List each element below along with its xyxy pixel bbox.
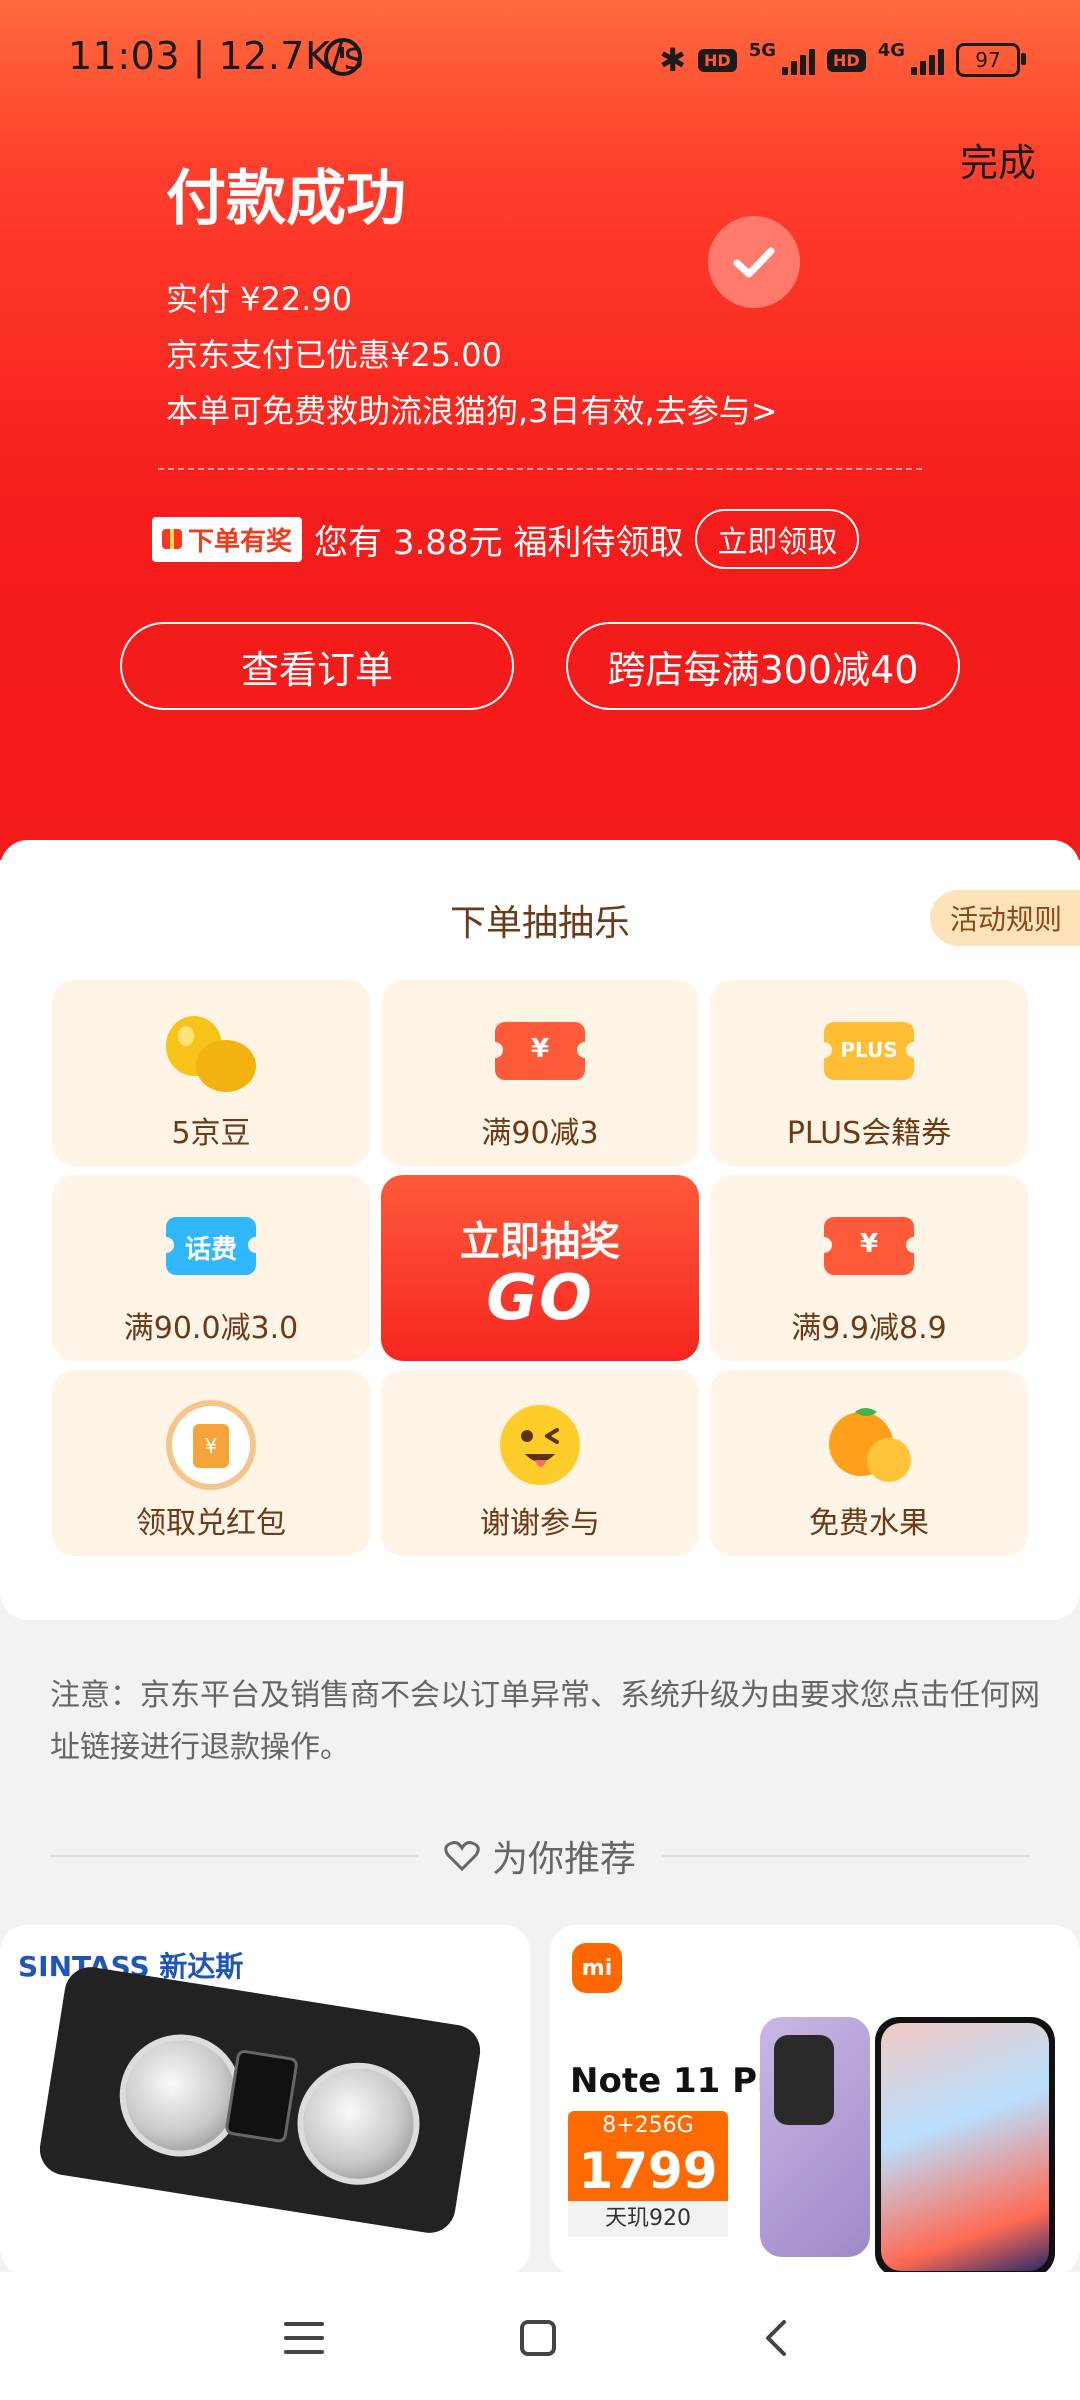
battery-icon: 97: [956, 43, 1026, 77]
menu-icon[interactable]: [282, 2318, 326, 2358]
alarm-icon: [324, 38, 362, 76]
signal-icon: [782, 45, 816, 75]
prize-label: 满90减3: [481, 1116, 599, 1151]
status-bar: 11:03 | 12.7K/s ✱ HD 5G HD 4G 97: [0, 0, 1080, 120]
prize-tile: 免费水果: [710, 1370, 1028, 1556]
done-button[interactable]: 完成: [960, 132, 1036, 187]
product-chip: 天玑920: [568, 2201, 728, 2237]
mi-logo: mi: [572, 1943, 622, 1993]
prize-tile: ¥ 满90减3: [381, 980, 699, 1166]
recommend-header: 为你推荐: [50, 1830, 1031, 1882]
status-time-speed: 11:03 | 12.7K/s: [68, 34, 365, 78]
prize-tile: PLUS PLUS会籍券: [710, 980, 1028, 1166]
plus-glyph: PLUS: [840, 1038, 898, 1062]
phone-bill-glyph: 话费: [184, 1235, 237, 1265]
bluetooth-icon: ✱: [659, 41, 687, 79]
redpacket-icon: ¥: [161, 1400, 261, 1494]
phone-back-image: [760, 2017, 870, 2257]
orange-icon: [819, 1400, 919, 1494]
heart-icon: [444, 1841, 480, 1872]
prize-label: 免费水果: [809, 1506, 929, 1541]
promo-button[interactable]: 跨店每满300减40: [566, 622, 960, 710]
hd-badge-2: HD: [827, 48, 866, 72]
recommend-title: 为你推荐: [492, 1839, 637, 1880]
paid-amount: 实付 ¥22.90: [166, 280, 353, 318]
network-4g-label: 4G: [877, 39, 905, 61]
view-order-button[interactable]: 查看订单: [120, 622, 514, 710]
rescue-link[interactable]: 本单可免费救助流浪猫狗,3日有效,去参与>: [166, 386, 778, 432]
svg-text:¥: ¥: [205, 1434, 218, 1458]
prize-tile: 谢谢参与: [381, 1370, 699, 1556]
network-5g-label: 5G: [748, 39, 777, 61]
discount-text: 京东支付已优惠¥25.00: [166, 336, 502, 374]
coupon-icon: ¥: [487, 1010, 593, 1080]
phone-front-image: [875, 2017, 1055, 2275]
bean-icon: [156, 1010, 266, 1104]
coupon-glyph: ¥: [530, 1034, 550, 1064]
reward-text: 您有 3.88元 福利待领取: [314, 522, 684, 563]
product-card[interactable]: SINTASS 新达斯: [0, 1925, 530, 2275]
phone-bill-icon: 话费: [158, 1205, 264, 1275]
lottery-title: 下单抽抽乐: [449, 903, 630, 944]
hd-badge: HD: [698, 48, 737, 72]
home-icon[interactable]: [518, 2318, 558, 2358]
success-check-icon: [708, 216, 800, 308]
system-navbar: [0, 2272, 1080, 2400]
claim-button[interactable]: 立即领取: [695, 509, 860, 569]
prize-label: 满90.0减3.0: [123, 1311, 299, 1346]
prize-label: 满9.9减8.9: [791, 1311, 947, 1346]
emoji-icon: [495, 1400, 585, 1494]
prize-label: 5京豆: [171, 1116, 251, 1151]
draw-label: 立即抽奖: [460, 1219, 620, 1265]
divider: [158, 468, 922, 470]
page-title: 付款成功: [166, 164, 406, 234]
divider-right: [662, 1855, 1031, 1857]
prize-tile: 话费 满90.0减3.0: [52, 1175, 370, 1361]
prize-label: 领取兑红包: [136, 1506, 286, 1541]
back-icon[interactable]: [760, 2318, 792, 2358]
payment-header: 11:03 | 12.7K/s ✱ HD 5G HD 4G 97 完成 付款成功…: [0, 0, 1080, 860]
prize-tile: ¥ 领取兑红包: [52, 1370, 370, 1556]
divider-left: [50, 1855, 418, 1857]
go-label: GO: [486, 1261, 594, 1334]
prize-label: PLUS会籍券: [786, 1116, 952, 1151]
prize-tile: 5京豆: [52, 980, 370, 1166]
prize-tile: ¥ 满9.9减8.9: [710, 1175, 1028, 1361]
reward-badge: 下单有奖: [152, 516, 303, 562]
product-card[interactable]: mi Note 11 Pro 8+256G 1799 天玑920: [550, 1925, 1080, 2275]
draw-go-button[interactable]: 立即抽奖 GO: [381, 1175, 699, 1361]
prize-label: 谢谢参与: [480, 1506, 600, 1541]
coupon-icon: ¥: [816, 1205, 922, 1275]
reward-badge-label: 下单有奖: [188, 526, 293, 557]
rules-button[interactable]: 活动规则: [929, 890, 1080, 946]
signal-icon-2: [911, 45, 944, 75]
safety-notice: 注意：京东平台及销售商不会以订单异常、系统升级为由要求您点击任何网址链接进行退款…: [50, 1678, 1040, 1765]
product-spec: 8+256G: [568, 2111, 728, 2141]
product-price: 1799: [568, 2141, 728, 2201]
product-image-heater: [36, 1963, 484, 2237]
gift-icon: [162, 529, 182, 549]
plus-coupon-icon: PLUS: [816, 1010, 922, 1080]
status-icons: ✱ HD 5G HD 4G 97: [659, 39, 1026, 80]
coupon-glyph: ¥: [859, 1229, 879, 1259]
reward-row: 下单有奖 您有 3.88元 福利待领取 立即领取: [152, 509, 860, 569]
